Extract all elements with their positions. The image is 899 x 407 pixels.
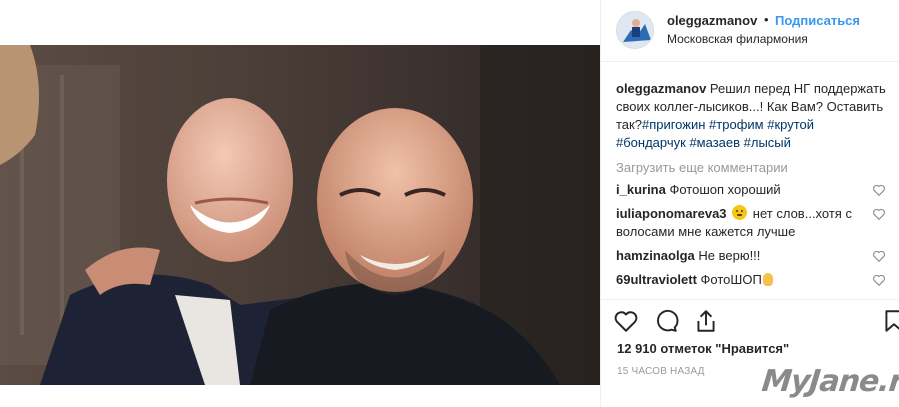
comment-text: Фотошоп хороший <box>669 182 781 197</box>
hashtag-link[interactable]: #бондарчук <box>616 135 686 150</box>
hashtag-link[interactable]: #лысый <box>744 135 791 150</box>
comment-item: 69ultraviolett ФотоШОП <box>616 271 886 289</box>
ok-hand-emoji-icon <box>762 273 773 286</box>
smile-emoji-icon <box>732 205 748 220</box>
hashtag-link[interactable]: #пригожин <box>642 117 705 132</box>
post-header: oleggazmanov • Подписаться Московская фи… <box>601 0 899 62</box>
comment-text: Не верю!!! <box>698 248 761 263</box>
post-side-panel: oleggazmanov • Подписаться Московская фи… <box>600 0 899 407</box>
load-more-comments-button[interactable]: Загрузить еще комментарии <box>616 160 886 175</box>
heart-icon[interactable] <box>613 308 639 334</box>
comment-text: ФотоШОП <box>700 272 762 287</box>
share-icon[interactable] <box>693 308 719 334</box>
heart-icon[interactable] <box>872 249 886 263</box>
follow-button[interactable]: Подписаться <box>775 13 860 28</box>
watermark-logo: MyJane.ru <box>760 364 899 399</box>
heart-icon[interactable] <box>872 183 886 197</box>
post-photo[interactable] <box>0 45 600 385</box>
comment-icon[interactable] <box>653 308 679 334</box>
comment-username[interactable]: hamzinaolga <box>616 248 695 263</box>
hashtag-link[interactable]: #трофим <box>709 117 764 132</box>
likes-count[interactable]: 12 910 отметок "Нравится" <box>617 341 789 356</box>
comment-item: i_kurina Фотошоп хороший <box>616 181 886 199</box>
bookmark-icon[interactable] <box>881 308 899 334</box>
separator-dot: • <box>764 12 769 27</box>
comment-item: hamzinaolga Не верю!!! <box>616 247 886 265</box>
comment-username[interactable]: i_kurina <box>616 182 666 197</box>
comments-section: oleggazmanov Решил перед НГ поддержать с… <box>616 80 886 289</box>
photo-illustration <box>0 45 600 385</box>
caption-username[interactable]: oleggazmanov <box>616 81 706 96</box>
comment-username[interactable]: 69ultraviolett <box>616 272 697 287</box>
hashtag-link[interactable]: #мазаев <box>689 135 740 150</box>
post-timestamp[interactable]: 15 часов назад <box>617 366 705 377</box>
top-whitespace <box>0 0 600 45</box>
heart-icon[interactable] <box>872 207 886 221</box>
comment-username[interactable]: iuliaponomareva3 <box>616 206 727 221</box>
hashtag-link[interactable]: #крутой <box>767 117 814 132</box>
bottom-whitespace <box>0 385 600 407</box>
avatar[interactable] <box>616 11 654 49</box>
post-caption: oleggazmanov Решил перед НГ поддержать с… <box>616 80 886 152</box>
location-link[interactable]: Московская филармония <box>667 32 808 46</box>
heart-icon[interactable] <box>872 273 886 287</box>
header-username[interactable]: oleggazmanov <box>667 13 757 28</box>
comment-item: iuliaponomareva3 нет слов...хотя с волос… <box>616 205 886 241</box>
action-bar <box>601 299 899 339</box>
